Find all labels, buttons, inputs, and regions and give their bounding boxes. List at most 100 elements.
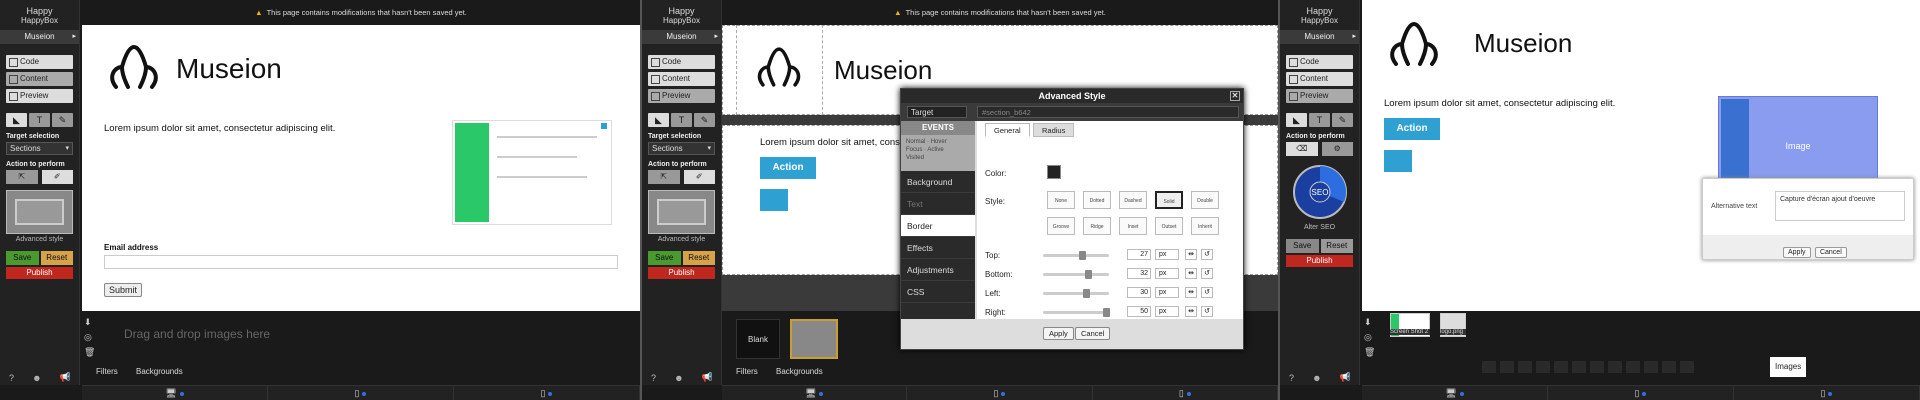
megaphone-icon[interactable]: 📢 <box>60 372 71 383</box>
event-hover[interactable]: Hover <box>931 139 947 145</box>
right-slider[interactable] <box>1043 308 1110 317</box>
help-icon[interactable]: ? <box>651 373 656 383</box>
style-inherit[interactable]: Inherit <box>1191 217 1219 235</box>
mode-content-button[interactable]: Content <box>6 72 73 86</box>
mode-preview-button[interactable]: Preview <box>648 89 715 103</box>
style-preview[interactable] <box>648 190 715 234</box>
brush-action-icon[interactable]: ✐ <box>41 170 73 184</box>
mode-preview-button[interactable]: Preview <box>6 89 73 103</box>
user-icon[interactable]: ☻ <box>1312 373 1321 383</box>
mobile-device-icon[interactable]: ▯ <box>454 386 640 400</box>
user-icon[interactable]: ☻ <box>32 373 41 383</box>
style-inset[interactable]: Inset <box>1119 217 1147 235</box>
reset-icon[interactable]: ↺ <box>1201 306 1213 317</box>
tab-images[interactable]: Images <box>1770 357 1807 377</box>
tab-filters[interactable]: Filters <box>96 367 118 376</box>
background-thumb[interactable] <box>790 319 838 359</box>
left-slider[interactable] <box>1043 289 1109 298</box>
event-focus[interactable]: Focus <box>906 147 922 153</box>
advanced-style-label[interactable]: Advanced style <box>648 236 715 243</box>
tablet-device-icon[interactable]: ▯ <box>268 386 454 400</box>
border-color-swatch[interactable] <box>1047 165 1061 179</box>
email-field[interactable] <box>104 255 618 269</box>
select-tool-icon[interactable]: ◣ <box>6 113 27 127</box>
brush-action-icon[interactable]: ✐ <box>683 170 715 184</box>
event-normal[interactable]: Normal <box>906 139 925 145</box>
left-unit[interactable]: px <box>1155 287 1179 298</box>
page-canvas[interactable]: Museion Lorem ipsum dolor sit amet, cons… <box>1362 0 1920 311</box>
reset-button[interactable]: Reset <box>682 251 715 265</box>
mobile-device-icon[interactable]: ▯ <box>1093 386 1278 400</box>
category-background[interactable]: Background <box>901 171 975 193</box>
desktop-device-icon[interactable]: 🖥 <box>722 386 908 400</box>
close-icon[interactable]: ✕ <box>1230 91 1240 101</box>
paint-tool-icon[interactable]: T <box>29 113 50 127</box>
target-select[interactable]: Sections <box>648 142 715 155</box>
user-icon[interactable]: ☻ <box>674 373 683 383</box>
style-dashed[interactable]: Dashed <box>1119 191 1147 209</box>
mode-content-button[interactable]: Content <box>1286 72 1353 86</box>
reset-icon[interactable]: ↺ <box>1201 268 1213 279</box>
category-border[interactable]: Border <box>901 215 975 237</box>
mode-code-button[interactable]: Code <box>1286 55 1353 69</box>
selector-input[interactable]: #section_b642 <box>977 106 1239 118</box>
screenshot-image[interactable] <box>452 120 612 225</box>
upload-icon[interactable]: ⬇ <box>84 315 98 330</box>
target-dropdown[interactable]: Target <box>907 106 967 118</box>
style-preview[interactable] <box>6 190 73 234</box>
submit-button[interactable]: Submit <box>104 283 143 297</box>
right-unit[interactable]: px <box>1155 306 1179 317</box>
publish-button[interactable]: Publish <box>1286 255 1353 267</box>
upload-icon[interactable]: ⬇ <box>1364 315 1378 330</box>
save-button[interactable]: Save <box>6 251 39 265</box>
link-icon[interactable]: ⇹ <box>1185 268 1197 279</box>
save-button[interactable]: Save <box>1286 239 1319 253</box>
reset-icon[interactable]: ↺ <box>1201 287 1213 298</box>
style-none[interactable]: None <box>1047 191 1075 209</box>
tablet-device-icon[interactable]: ▯ <box>907 386 1093 400</box>
bottom-slider[interactable] <box>1043 270 1109 279</box>
help-icon[interactable]: ? <box>9 373 14 383</box>
mode-content-button[interactable]: Content <box>648 72 715 86</box>
pencil-tool-icon[interactable]: ✎ <box>1332 113 1353 127</box>
mode-preview-button[interactable]: Preview <box>1286 89 1353 103</box>
select-tool-icon[interactable]: ◣ <box>648 113 669 127</box>
page-canvas[interactable]: Museion Lorem ipsum dolor sit amet, cons… <box>82 25 640 311</box>
right-input[interactable]: 50 <box>1127 306 1151 317</box>
category-text[interactable]: Text <box>901 193 975 215</box>
target-select[interactable]: Sections <box>6 142 73 155</box>
top-input[interactable]: 27 <box>1127 249 1151 260</box>
visibility-icon[interactable]: ◎ <box>84 330 98 345</box>
select-tool-icon[interactable]: ◣ <box>1286 113 1307 127</box>
blank-background[interactable]: Blank <box>736 319 780 359</box>
alt-cancel-button[interactable]: Cancel <box>1814 247 1847 258</box>
style-groove[interactable]: Groove <box>1047 217 1075 235</box>
link-icon[interactable]: ⇹ <box>1185 306 1197 317</box>
tab-radius[interactable]: Radius <box>1033 123 1075 137</box>
mobile-device-icon[interactable]: ▯ <box>1734 386 1920 400</box>
action-button[interactable]: Action <box>1384 118 1440 140</box>
alt-text-input[interactable]: Capture d'écran ajout d'oeuvre <box>1775 191 1905 221</box>
top-unit[interactable]: px <box>1155 249 1179 260</box>
reset-icon[interactable]: ↺ <box>1201 249 1213 260</box>
site-selector[interactable]: Museion <box>0 30 79 44</box>
mode-code-button[interactable]: Code <box>6 55 73 69</box>
trash-icon[interactable]: 🗑 <box>1364 345 1378 360</box>
move-action-icon[interactable]: ⇱ <box>6 170 38 184</box>
pencil-tool-icon[interactable]: ✎ <box>694 113 715 127</box>
advanced-style-label[interactable]: Advanced style <box>6 236 73 243</box>
save-button[interactable]: Save <box>648 251 681 265</box>
style-double[interactable]: Double <box>1191 191 1219 209</box>
site-selector[interactable]: Museion <box>642 30 721 44</box>
link-icon[interactable]: ⇹ <box>1185 249 1197 260</box>
publish-button[interactable]: Publish <box>648 267 715 279</box>
publish-button[interactable]: Publish <box>6 267 73 279</box>
category-effects[interactable]: Effects <box>901 237 975 259</box>
event-visited[interactable]: Visited <box>906 155 924 161</box>
style-dotted[interactable]: Dotted <box>1083 191 1111 209</box>
style-solid[interactable]: Solid <box>1155 191 1183 209</box>
apply-button[interactable]: Apply <box>1043 327 1074 340</box>
bottom-input[interactable]: 32 <box>1127 268 1151 279</box>
site-selector[interactable]: Museion <box>1280 30 1359 44</box>
left-input[interactable]: 30 <box>1127 287 1151 298</box>
